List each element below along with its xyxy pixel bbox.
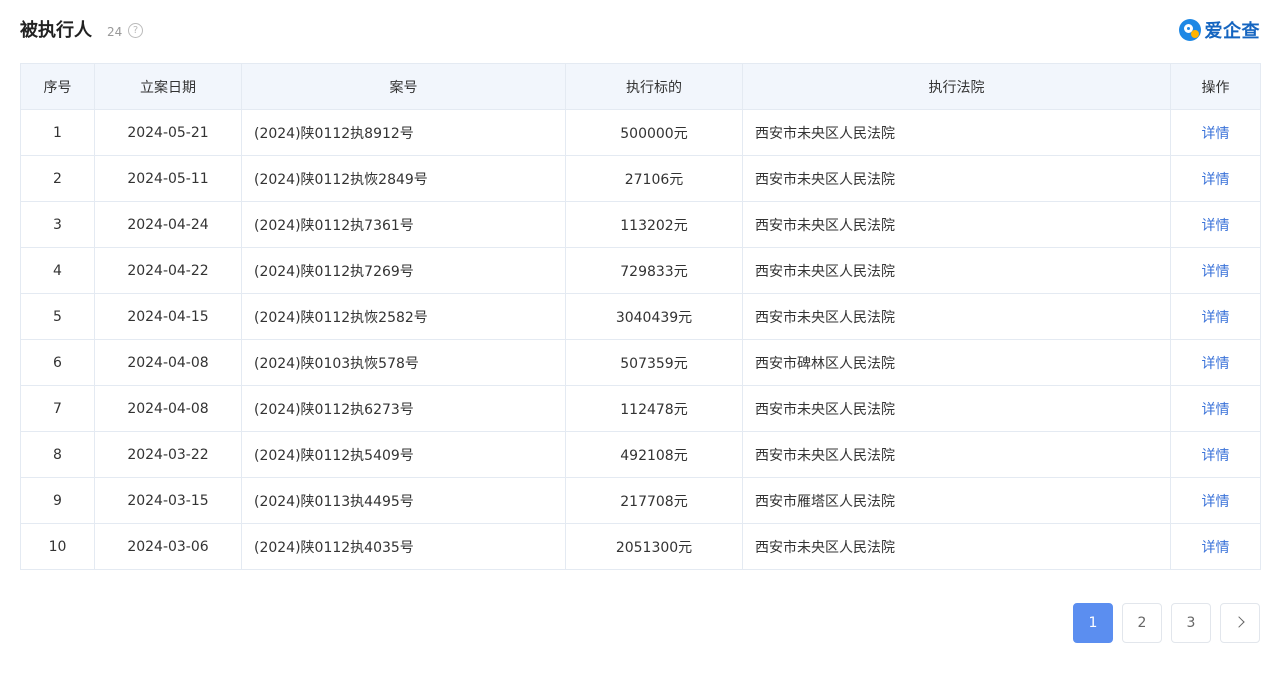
cell-amount: 492108元 [565,431,743,478]
table-row: 1 2024-05-21 (2024)陕0112执8912号 500000元 西… [20,109,1261,156]
column-header-date: 立案日期 [94,63,242,110]
cell-court: 西安市未央区人民法院 [742,247,1171,294]
cell-date: 2024-04-08 [94,385,242,432]
logo-text: 爱企查 [1204,21,1260,42]
table-header-row: 序号 立案日期 案号 执行标的 执行法院 操作 [20,63,1261,110]
cell-case: (2024)陕0112执8912号 [241,109,566,156]
cell-court: 西安市碑林区人民法院 [742,339,1171,386]
aiqicha-logo[interactable]: 爱企查 [1178,16,1261,44]
aiqicha-logo-icon [1178,19,1201,41]
page-button-3[interactable]: 3 [1171,603,1211,643]
column-header-action: 操作 [1170,63,1261,110]
enforcement-table: 序号 立案日期 案号 执行标的 执行法院 操作 1 2024-05-21 (20… [20,63,1261,570]
cell-amount: 500000元 [565,109,743,156]
page: 被执行人 24 ? 爱企查 序号 立案日期 案号 执行标的 执行法院 操作 1 … [0,0,1280,687]
cell-no: 8 [20,431,95,478]
detail-link[interactable]: 详情 [1202,172,1230,188]
detail-link[interactable]: 详情 [1202,264,1230,280]
cell-case: (2024)陕0112执5409号 [241,431,566,478]
section-title: 被执行人 [20,20,92,41]
cell-case: (2024)陕0112执恢2849号 [241,155,566,202]
table-row: 7 2024-04-08 (2024)陕0112执6273号 112478元 西… [20,385,1261,432]
column-header-amount: 执行标的 [565,63,743,110]
cell-no: 7 [20,385,95,432]
detail-link[interactable]: 详情 [1202,126,1230,142]
cell-amount: 217708元 [565,477,743,524]
cell-no: 1 [20,109,95,156]
page-button-2[interactable]: 2 [1122,603,1162,643]
cell-case: (2024)陕0113执4495号 [241,477,566,524]
column-header-court: 执行法院 [742,63,1171,110]
cell-date: 2024-03-22 [94,431,242,478]
cell-date: 2024-04-08 [94,339,242,386]
detail-link[interactable]: 详情 [1202,540,1230,556]
cell-amount: 2051300元 [565,523,743,570]
cell-case: (2024)陕0112执6273号 [241,385,566,432]
detail-link[interactable]: 详情 [1202,218,1230,234]
section-header: 被执行人 24 ? 爱企查 [20,16,1260,48]
cell-no: 5 [20,293,95,340]
cell-date: 2024-05-11 [94,155,242,202]
column-header-no: 序号 [20,63,95,110]
table-row: 4 2024-04-22 (2024)陕0112执7269号 729833元 西… [20,247,1261,294]
detail-link[interactable]: 详情 [1202,356,1230,372]
cell-case: (2024)陕0112执4035号 [241,523,566,570]
cell-court: 西安市未央区人民法院 [742,431,1171,478]
cell-no: 10 [20,523,95,570]
cell-amount: 3040439元 [565,293,743,340]
table-row: 3 2024-04-24 (2024)陕0112执7361号 113202元 西… [20,201,1261,248]
cell-case: (2024)陕0112执7269号 [241,247,566,294]
next-page-button[interactable] [1220,603,1260,643]
cell-no: 9 [20,477,95,524]
cell-date: 2024-03-15 [94,477,242,524]
cell-no: 4 [20,247,95,294]
cell-amount: 507359元 [565,339,743,386]
cell-amount: 27106元 [565,155,743,202]
cell-case: (2024)陕0103执恢578号 [241,339,566,386]
table-row: 9 2024-03-15 (2024)陕0113执4495号 217708元 西… [20,477,1261,524]
table-row: 5 2024-04-15 (2024)陕0112执恢2582号 3040439元… [20,293,1261,340]
cell-amount: 113202元 [565,201,743,248]
detail-link[interactable]: 详情 [1202,402,1230,418]
cell-date: 2024-04-24 [94,201,242,248]
cell-court: 西安市未央区人民法院 [742,523,1171,570]
cell-amount: 112478元 [565,385,743,432]
cell-date: 2024-05-21 [94,109,242,156]
cell-no: 2 [20,155,95,202]
detail-link[interactable]: 详情 [1202,448,1230,464]
cell-court: 西安市未央区人民法院 [742,109,1171,156]
cell-court: 西安市未央区人民法院 [742,155,1171,202]
cell-no: 6 [20,339,95,386]
cell-court: 西安市雁塔区人民法院 [742,477,1171,524]
table-row: 6 2024-04-08 (2024)陕0103执恢578号 507359元 西… [20,339,1261,386]
column-header-case: 案号 [241,63,566,110]
cell-court: 西安市未央区人民法院 [742,201,1171,248]
cell-date: 2024-04-22 [94,247,242,294]
cell-no: 3 [20,201,95,248]
page-button-1[interactable]: 1 [1073,603,1113,643]
cell-date: 2024-04-15 [94,293,242,340]
record-count: 24 [107,25,123,39]
table-row: 8 2024-03-22 (2024)陕0112执5409号 492108元 西… [20,431,1261,478]
cell-case: (2024)陕0112执恢2582号 [241,293,566,340]
cell-amount: 729833元 [565,247,743,294]
table-row: 10 2024-03-06 (2024)陕0112执4035号 2051300元… [20,523,1261,570]
table-row: 2 2024-05-11 (2024)陕0112执恢2849号 27106元 西… [20,155,1261,202]
detail-link[interactable]: 详情 [1202,310,1230,326]
help-icon[interactable]: ? [128,23,143,38]
detail-link[interactable]: 详情 [1202,494,1230,510]
cell-court: 西安市未央区人民法院 [742,293,1171,340]
cell-date: 2024-03-06 [94,523,242,570]
cell-court: 西安市未央区人民法院 [742,385,1171,432]
chevron-right-icon [1232,616,1245,628]
cell-case: (2024)陕0112执7361号 [241,201,566,248]
pagination: 1 2 3 [1073,603,1260,643]
